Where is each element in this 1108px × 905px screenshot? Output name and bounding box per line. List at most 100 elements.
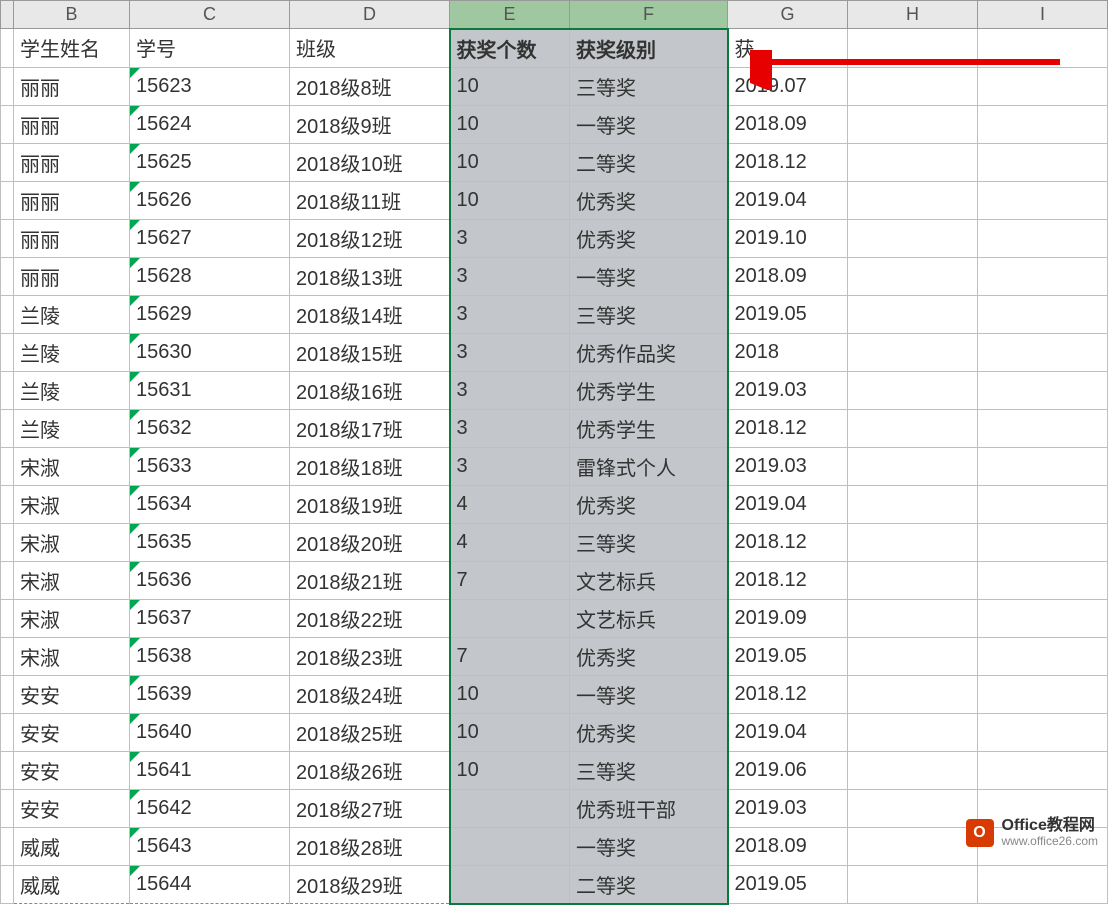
data-cell[interactable] <box>848 675 978 713</box>
data-cell[interactable]: 2018级11班 <box>290 181 450 219</box>
data-cell[interactable]: 2019.05 <box>728 637 848 675</box>
data-cell[interactable]: 2018级13班 <box>290 257 450 295</box>
data-cell[interactable] <box>450 827 570 865</box>
data-cell[interactable] <box>978 181 1108 219</box>
data-cell[interactable]: 2019.05 <box>728 295 848 333</box>
data-cell[interactable]: 3 <box>450 333 570 371</box>
data-cell[interactable] <box>848 485 978 523</box>
row-header[interactable] <box>1 523 14 561</box>
cell-award-date-header[interactable]: 获 <box>728 29 848 68</box>
data-cell[interactable]: 15628 <box>130 257 290 295</box>
data-cell[interactable]: 10 <box>450 675 570 713</box>
data-cell[interactable]: 威威 <box>14 827 130 865</box>
data-cell[interactable]: 宋淑 <box>14 485 130 523</box>
row-header[interactable] <box>1 219 14 257</box>
data-cell[interactable]: 2018级10班 <box>290 143 450 181</box>
data-cell[interactable]: 兰陵 <box>14 295 130 333</box>
row-header[interactable] <box>1 333 14 371</box>
data-cell[interactable]: 4 <box>450 485 570 523</box>
data-cell[interactable]: 2018.09 <box>728 827 848 865</box>
data-cell[interactable] <box>848 181 978 219</box>
data-cell[interactable] <box>848 637 978 675</box>
data-cell[interactable]: 2018级23班 <box>290 637 450 675</box>
data-cell[interactable]: 优秀奖 <box>570 637 728 675</box>
data-cell[interactable]: 宋淑 <box>14 599 130 637</box>
data-cell[interactable]: 2019.09 <box>728 599 848 637</box>
data-cell[interactable]: 兰陵 <box>14 371 130 409</box>
data-cell[interactable] <box>848 599 978 637</box>
data-cell[interactable] <box>978 409 1108 447</box>
data-cell[interactable]: 2018级12班 <box>290 219 450 257</box>
data-cell[interactable]: 2018.09 <box>728 105 848 143</box>
data-cell[interactable] <box>848 447 978 485</box>
data-cell[interactable]: 15625 <box>130 143 290 181</box>
data-cell[interactable]: 优秀作品奖 <box>570 333 728 371</box>
data-cell[interactable] <box>848 105 978 143</box>
data-cell[interactable]: 宋淑 <box>14 523 130 561</box>
data-cell[interactable]: 2018 <box>728 333 848 371</box>
data-cell[interactable]: 15623 <box>130 67 290 105</box>
data-cell[interactable]: 15638 <box>130 637 290 675</box>
data-cell[interactable]: 10 <box>450 751 570 789</box>
row-header[interactable] <box>1 105 14 143</box>
data-cell[interactable]: 兰陵 <box>14 333 130 371</box>
data-cell[interactable]: 宋淑 <box>14 637 130 675</box>
data-cell[interactable]: 3 <box>450 409 570 447</box>
data-cell[interactable]: 丽丽 <box>14 219 130 257</box>
data-cell[interactable]: 2018级27班 <box>290 789 450 827</box>
data-cell[interactable]: 二等奖 <box>570 865 728 904</box>
data-cell[interactable]: 文艺标兵 <box>570 561 728 599</box>
row-header[interactable] <box>1 67 14 105</box>
data-cell[interactable] <box>978 143 1108 181</box>
data-cell[interactable] <box>848 219 978 257</box>
data-cell[interactable]: 10 <box>450 143 570 181</box>
data-cell[interactable]: 2019.04 <box>728 485 848 523</box>
data-cell[interactable]: 优秀班干部 <box>570 789 728 827</box>
column-header-H[interactable]: H <box>848 1 978 29</box>
data-cell[interactable]: 一等奖 <box>570 675 728 713</box>
data-cell[interactable]: 2018.12 <box>728 143 848 181</box>
data-cell[interactable]: 二等奖 <box>570 143 728 181</box>
data-cell[interactable]: 10 <box>450 181 570 219</box>
data-cell[interactable]: 4 <box>450 523 570 561</box>
data-cell[interactable]: 2019.03 <box>728 371 848 409</box>
data-cell[interactable] <box>978 447 1108 485</box>
data-cell[interactable]: 15637 <box>130 599 290 637</box>
row-header[interactable] <box>1 257 14 295</box>
data-cell[interactable]: 安安 <box>14 713 130 751</box>
data-cell[interactable] <box>848 713 978 751</box>
column-header-E[interactable]: E <box>450 1 570 29</box>
data-cell[interactable]: 15630 <box>130 333 290 371</box>
column-header-F[interactable]: F <box>570 1 728 29</box>
data-cell[interactable]: 兰陵 <box>14 409 130 447</box>
row-header[interactable] <box>1 713 14 751</box>
data-cell[interactable]: 10 <box>450 67 570 105</box>
data-cell[interactable]: 优秀奖 <box>570 219 728 257</box>
data-cell[interactable]: 15641 <box>130 751 290 789</box>
data-cell[interactable] <box>978 751 1108 789</box>
row-header[interactable] <box>1 143 14 181</box>
data-cell[interactable]: 15640 <box>130 713 290 751</box>
data-cell[interactable] <box>848 67 978 105</box>
data-cell[interactable]: 丽丽 <box>14 257 130 295</box>
data-cell[interactable] <box>848 789 978 827</box>
data-cell[interactable]: 2018.12 <box>728 675 848 713</box>
data-cell[interactable]: 2018级18班 <box>290 447 450 485</box>
data-cell[interactable]: 15642 <box>130 789 290 827</box>
data-cell[interactable]: 15644 <box>130 865 290 904</box>
data-cell[interactable] <box>848 523 978 561</box>
data-cell[interactable]: 2019.04 <box>728 181 848 219</box>
data-cell[interactable]: 3 <box>450 295 570 333</box>
data-cell[interactable]: 2018级17班 <box>290 409 450 447</box>
data-cell[interactable]: 15639 <box>130 675 290 713</box>
row-header[interactable] <box>1 675 14 713</box>
data-cell[interactable] <box>978 713 1108 751</box>
data-cell[interactable]: 7 <box>450 637 570 675</box>
data-cell[interactable] <box>848 257 978 295</box>
row-header[interactable] <box>1 447 14 485</box>
data-cell[interactable]: 3 <box>450 371 570 409</box>
data-cell[interactable]: 15627 <box>130 219 290 257</box>
row-header[interactable] <box>1 371 14 409</box>
data-cell[interactable]: 15631 <box>130 371 290 409</box>
row-header[interactable] <box>1 865 14 904</box>
